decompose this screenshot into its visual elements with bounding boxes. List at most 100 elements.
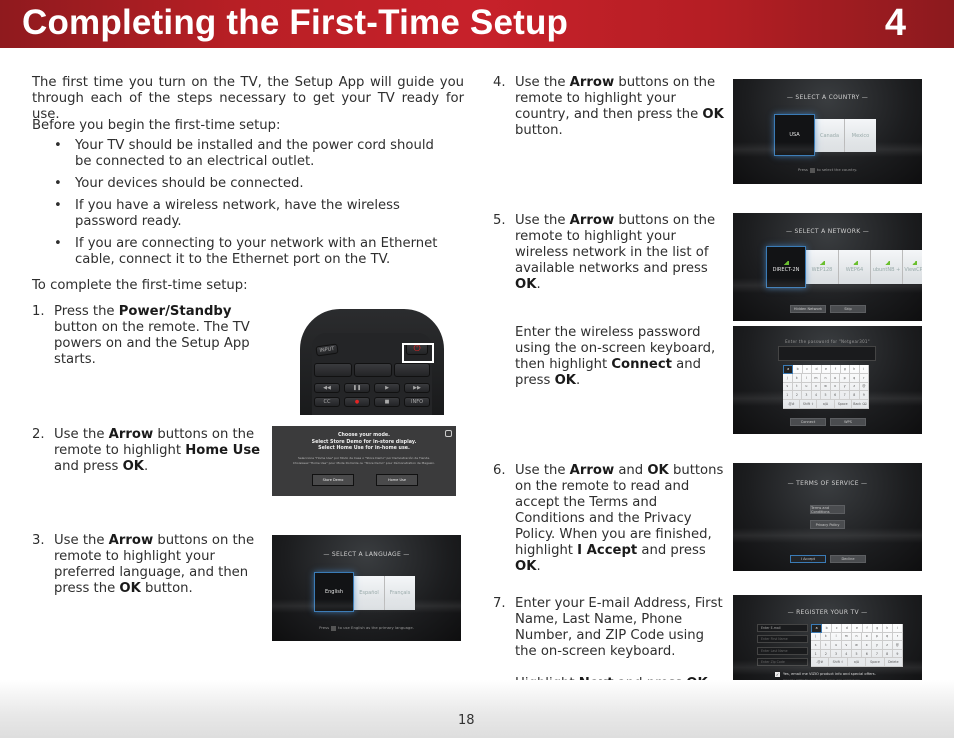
stop-button[interactable]: ■ — [374, 397, 400, 407]
keyboard-key[interactable]: 4 — [811, 391, 822, 401]
rewind-button[interactable]: ◀◀ — [314, 383, 340, 393]
connect-button[interactable]: Connect — [790, 418, 826, 426]
keyboard-key[interactable]: Shift ⇧ — [800, 400, 818, 409]
keyboard-key[interactable]: a — [783, 365, 794, 374]
keyboard-key[interactable]: p — [872, 632, 883, 642]
keyboard-key[interactable]: Space — [834, 400, 852, 409]
network-option-selected[interactable]: DIRECT-2N — [766, 246, 806, 288]
keyboard-key[interactable]: c — [832, 624, 843, 633]
keyboard-key[interactable]: 8 — [882, 649, 893, 659]
wps-button[interactable]: WPS — [830, 418, 866, 426]
keyboard-key[interactable]: i — [892, 624, 903, 633]
keyboard-key[interactable]: 9 — [859, 391, 870, 401]
keyboard-key[interactable]: 6 — [830, 391, 841, 401]
keyboard-key[interactable]: u — [831, 641, 842, 650]
pause-button[interactable]: ❚❚ — [344, 383, 370, 393]
keyboard-key[interactable]: r — [892, 632, 903, 642]
keyboard-key[interactable]: y — [872, 641, 883, 650]
keyboard-key[interactable]: a/A — [817, 400, 835, 409]
keyboard-key[interactable]: h — [882, 624, 893, 633]
keyboard-key[interactable]: e — [852, 624, 863, 633]
language-option[interactable]: Español — [353, 576, 384, 610]
keyboard-key[interactable]: .@# — [811, 658, 830, 667]
keyboard-key[interactable]: r — [859, 373, 870, 383]
privacy-policy-button[interactable]: Privacy Policy — [810, 520, 845, 529]
keyboard-key[interactable]: t — [821, 641, 832, 650]
keyboard-key[interactable]: l — [831, 632, 842, 642]
keyboard-key[interactable]: z — [882, 641, 893, 650]
i-accept-button[interactable]: I Accept — [790, 555, 826, 563]
keyboard-key[interactable]: x — [862, 641, 873, 650]
remote-blank-button[interactable] — [354, 363, 392, 377]
remote-blank-button[interactable] — [394, 363, 430, 377]
keyboard-key[interactable]: p — [840, 373, 850, 383]
keyboard-key[interactable]: n — [821, 373, 831, 383]
keyboard-key[interactable]: o — [862, 632, 873, 642]
keyboard-key[interactable]: t — [792, 382, 803, 392]
keyboard-key[interactable]: 1 — [783, 391, 793, 401]
keyboard-key[interactable]: u — [802, 382, 812, 392]
cc-button[interactable]: CC — [314, 397, 340, 407]
keyboard-key[interactable]: w — [851, 641, 863, 650]
keyboard-key[interactable]: 4 — [841, 649, 852, 659]
keyboard-key[interactable]: q — [882, 632, 893, 642]
keyboard-key[interactable]: n — [851, 632, 863, 642]
keyboard-key[interactable]: j — [811, 632, 822, 642]
keyboard-key[interactable]: 1 — [811, 649, 822, 659]
network-option[interactable]: WEP64 — [838, 250, 870, 284]
keyboard-key[interactable]: m — [841, 632, 852, 642]
keyboard-key[interactable]: 5 — [851, 649, 863, 659]
keyboard-key[interactable]: a — [811, 624, 823, 633]
keyboard-key[interactable]: g — [840, 365, 851, 374]
keyboard-key[interactable]: k — [821, 632, 832, 642]
keyboard-key[interactable]: j — [783, 373, 793, 383]
keyboard-key[interactable]: b — [793, 365, 803, 374]
keyboard-key[interactable]: @ — [892, 641, 903, 650]
keyboard-key[interactable]: Back ⌫ — [851, 400, 870, 409]
country-option-selected[interactable]: USA — [774, 114, 815, 156]
keyboard-key[interactable]: 5 — [821, 391, 831, 401]
keyboard-key[interactable]: g — [872, 624, 883, 633]
keyboard-key[interactable]: 9 — [892, 649, 903, 659]
keyboard-key[interactable]: z — [849, 382, 860, 392]
keyboard-key[interactable]: Delete — [884, 658, 904, 667]
first-name-field[interactable]: Enter First Name — [757, 635, 808, 643]
skip-button[interactable]: Skip — [830, 305, 866, 313]
home-use-button[interactable]: Home Use — [376, 474, 418, 486]
keyboard-key[interactable]: d — [842, 624, 853, 633]
keyboard-key[interactable]: v — [841, 641, 852, 650]
remote-blank-button[interactable] — [314, 363, 352, 377]
keyboard-key[interactable]: o — [830, 373, 841, 383]
keyboard-key[interactable]: h — [850, 365, 860, 374]
hidden-network-button[interactable]: Hidden Network — [790, 305, 826, 313]
keyboard-key[interactable]: e — [821, 365, 832, 374]
keyboard-key[interactable]: c — [802, 365, 813, 374]
keyboard-key[interactable]: q — [849, 373, 860, 383]
store-demo-button[interactable]: Store Demo — [312, 474, 354, 486]
keyboard-key[interactable]: 7 — [840, 391, 850, 401]
country-option[interactable]: Canada — [814, 119, 844, 152]
terms-and-conditions-button[interactable]: Terms and Conditions — [810, 505, 845, 514]
keyboard-key[interactable]: 3 — [802, 391, 812, 401]
language-option[interactable]: Français — [384, 576, 415, 610]
play-button[interactable]: ▶ — [374, 383, 400, 393]
keyboard-key[interactable]: @ — [859, 382, 870, 392]
email-field[interactable]: Enter E-mail — [757, 624, 808, 632]
keyboard-key[interactable]: 6 — [862, 649, 873, 659]
input-button[interactable]: INPUT — [315, 343, 339, 357]
zip-code-field[interactable]: Enter Zip Code — [757, 658, 808, 666]
keyboard-key[interactable]: .@# — [783, 400, 801, 409]
last-name-field[interactable]: Enter Last Name — [757, 647, 808, 655]
keyboard-key[interactable]: w — [821, 382, 831, 392]
email-opt-in-checkbox[interactable]: ✓ — [775, 672, 780, 677]
info-button[interactable]: INFO — [404, 397, 430, 407]
keyboard-key[interactable]: k — [792, 373, 803, 383]
keyboard-key[interactable]: v — [811, 382, 822, 392]
record-button[interactable]: ● — [344, 397, 370, 407]
keyboard-key[interactable]: y — [840, 382, 850, 392]
keyboard-key[interactable]: s — [783, 382, 793, 392]
network-option[interactable]: ViewCP — [902, 250, 922, 284]
keyboard-key[interactable]: s — [811, 641, 822, 650]
keyboard-key[interactable]: 2 — [792, 391, 803, 401]
keyboard-key[interactable]: f — [862, 624, 873, 633]
